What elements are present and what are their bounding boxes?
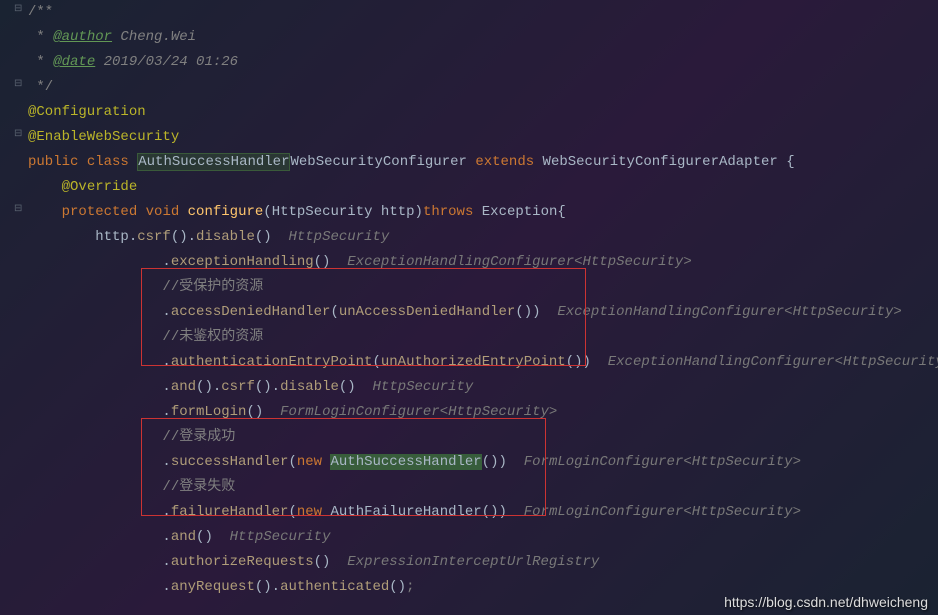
annotation-enablewebsecurity: @EnableWebSecurity [28,129,179,145]
hint-formlogin: FormLoginConfigurer<HttpSecurity> [524,454,801,470]
call-successhandler: successHandler [171,454,289,470]
annotation-configuration: @Configuration [28,104,146,120]
editor-gutter: ⊟ ⊟ ⊟ ⊟ [0,0,28,615]
param-http: http [381,204,415,220]
doc-close: */ [28,79,53,95]
hint-exception: ExceptionHandlingConfigurer<HttpSecurity… [347,254,691,270]
class-highlight: AuthSuccessHandler [330,454,481,470]
hint-formlogin: FormLoginConfigurer<HttpSecurity> [524,504,801,520]
call-disable: disable [280,379,339,395]
call-formlogin: formLogin [171,404,247,420]
kw-extends: extends [475,154,534,170]
watermark: https://blog.csdn.net/dhweicheng [724,594,928,610]
kw-public: public [28,154,78,170]
kw-void: void [146,204,180,220]
call-and: and [171,529,196,545]
kw-throws: throws [423,204,473,220]
author-name: Cheng.Wei [112,29,196,45]
doc-prefix: * [28,29,53,45]
hint-formlogin: FormLoginConfigurer<HttpSecurity> [280,404,557,420]
author-tag: @author [53,29,112,45]
hint-httpsecurity: HttpSecurity [373,379,474,395]
date-tag: @date [53,54,95,70]
fold-icon[interactable]: ⊟ [14,78,24,88]
call-csrf: csrf [221,379,255,395]
call-and: and [171,379,196,395]
class-highlight: AuthSuccessHandler [137,153,290,171]
annotation-override: @Override [62,179,138,195]
class-name: AuthFailureHandler [330,504,481,520]
fold-icon[interactable]: ⊟ [14,128,24,138]
hint-exception: ExceptionHandlingConfigurer<HttpSecurity… [608,354,938,370]
call-authenticated: authenticated [280,579,389,595]
call-anyrequest: anyRequest [171,579,255,595]
date-value: 2019/03/24 01:26 [95,54,238,70]
call-accessdenied: accessDeniedHandler [171,304,331,320]
doc-prefix: * [28,54,53,70]
class-name: WebSecurityConfigurerAdapter [543,154,778,170]
method-configure: configure [188,204,264,220]
call-authentry: authenticationEntryPoint [171,354,373,370]
doc-open: /** [28,4,53,20]
hint-httpsecurity: HttpSecurity [288,229,389,245]
hint-exception: ExceptionHandlingConfigurer<HttpSecurity… [557,304,901,320]
kw-class: class [87,154,129,170]
call-authorize: authorizeRequests [171,554,314,570]
call-exceptionhandling: exceptionHandling [171,254,314,270]
fold-icon[interactable]: ⊟ [14,3,24,13]
comment-loginfail: //登录失败 [162,479,235,495]
call-unaccessdenied: unAccessDeniedHandler [339,304,515,320]
hint-expression: ExpressionInterceptUrlRegistry [347,554,599,570]
comment-loginsuccess: //登录成功 [162,429,235,445]
kw-new: new [297,504,322,520]
fold-icon[interactable]: ⊟ [14,203,24,213]
type-exception: Exception [482,204,558,220]
kw-protected: protected [62,204,138,220]
call-csrf: csrf [137,229,171,245]
call-failurehandler: failureHandler [171,504,289,520]
comment-unauthorized: //未鉴权的资源 [162,329,263,345]
code-editor[interactable]: /** * @author Cheng.Wei * @date 2019/03/… [0,0,938,600]
call-disable: disable [196,229,255,245]
comment-protected: //受保护的资源 [162,279,263,295]
class-name: WebSecurityConfigurer [290,154,466,170]
hint-httpsecurity: HttpSecurity [230,529,331,545]
call-unauthorized: unAuthorizedEntryPoint [381,354,566,370]
kw-new: new [297,454,322,470]
type-httpsecurity: HttpSecurity [272,204,373,220]
